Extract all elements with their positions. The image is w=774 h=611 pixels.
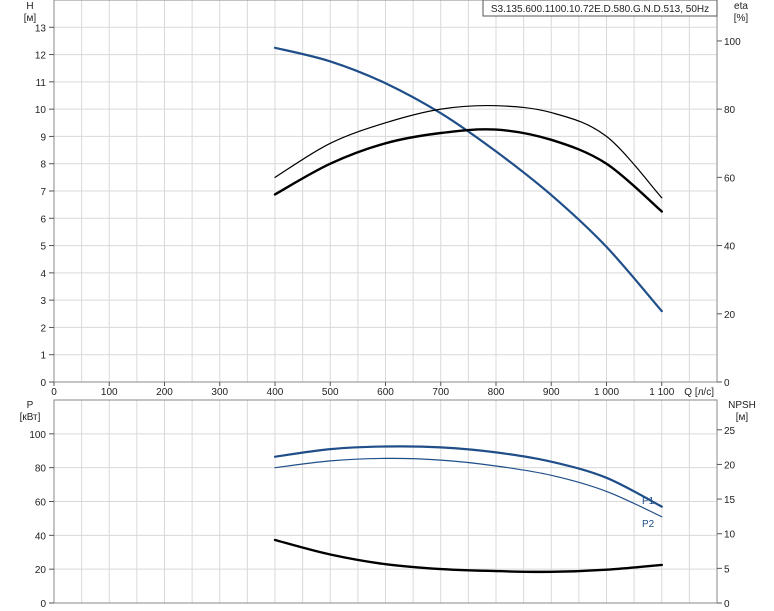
top-left-tick-label: 6 [40, 214, 46, 225]
top-right-axis-unit: [%] [734, 13, 749, 24]
top-left-tick-label: 9 [40, 132, 46, 143]
top-left-tick-label: 0 [40, 378, 46, 389]
bottom-right-tick-label: 0 [724, 599, 730, 610]
top-right-tick-label: 80 [724, 105, 736, 116]
top-x-tick-label: 900 [543, 387, 560, 398]
top-left-tick-label: 11 [36, 78, 47, 89]
bottom-left-tick-label: 60 [35, 498, 47, 509]
top-left-axis-label: H [26, 1, 33, 12]
bottom-right-tick-label: 5 [724, 564, 730, 575]
top-left-tick-label: 1 [40, 351, 46, 362]
top-left-tick-label: 2 [40, 323, 46, 334]
bottom-left-tick-label: 40 [35, 531, 47, 542]
bottom-left-axis-label: P [27, 400, 34, 411]
top-left-axis-unit: [м] [24, 13, 37, 24]
series-label-p1: P1 [642, 496, 655, 507]
top-x-tick-label: 300 [211, 387, 228, 398]
top-x-tick-label: 200 [156, 387, 173, 398]
top-x-tick-label: 700 [432, 387, 449, 398]
top-x-tick-label: 100 [101, 387, 118, 398]
top-right-tick-label: 0 [724, 378, 730, 389]
top-right-tick-label: 20 [724, 310, 736, 321]
bottom-right-axis-label: NPSH [728, 400, 756, 411]
top-x-tick-label: 1 100 [649, 387, 674, 398]
top-right-tick-label: 40 [724, 242, 736, 253]
bottom-left-tick-label: 100 [29, 430, 46, 441]
bottom-right-tick-label: 10 [724, 530, 736, 541]
series-label-p2: P2 [642, 519, 655, 530]
top-x-tick-label: 500 [322, 387, 339, 398]
bottom-left-tick-label: 80 [35, 464, 47, 475]
top-left-tick-label: 10 [35, 105, 47, 116]
top-left-tick-label: 8 [40, 160, 46, 171]
x-axis-label: Q [л/с] [684, 387, 714, 398]
top-left-tick-label: 3 [40, 296, 46, 307]
top-x-tick-label: 800 [488, 387, 505, 398]
top-left-tick-label: 7 [40, 187, 46, 198]
bottom-right-tick-label: 20 [724, 460, 736, 471]
top-right-axis-label: eta [734, 1, 748, 12]
top-left-tick-label: 12 [35, 51, 47, 62]
top-x-tick-label: 400 [267, 387, 284, 398]
bottom-right-axis-unit: [м] [736, 412, 749, 423]
top-x-tick-label: 600 [377, 387, 394, 398]
bottom-left-tick-label: 0 [40, 599, 46, 610]
top-x-tick-label: 1 000 [594, 387, 619, 398]
top-left-tick-label: 13 [35, 23, 47, 34]
top-right-tick-label: 60 [724, 173, 736, 184]
top-right-tick-label: 100 [724, 37, 741, 48]
top-x-tick-label: 0 [51, 387, 57, 398]
bottom-left-tick-label: 20 [35, 565, 47, 576]
bottom-right-tick-label: 15 [724, 495, 736, 506]
chart-title: S3.135.600.1100.10.72E.D.580.G.N.D.513, … [491, 4, 709, 15]
top-left-tick-label: 5 [40, 242, 46, 253]
pump-performance-chart: 012345678910111213 020406080100 0 100 200 3… [0, 0, 774, 611]
top-left-tick-label: 4 [40, 269, 46, 280]
bottom-left-axis-unit: [кВт] [20, 412, 41, 423]
bottom-right-tick-label: 25 [724, 426, 736, 437]
